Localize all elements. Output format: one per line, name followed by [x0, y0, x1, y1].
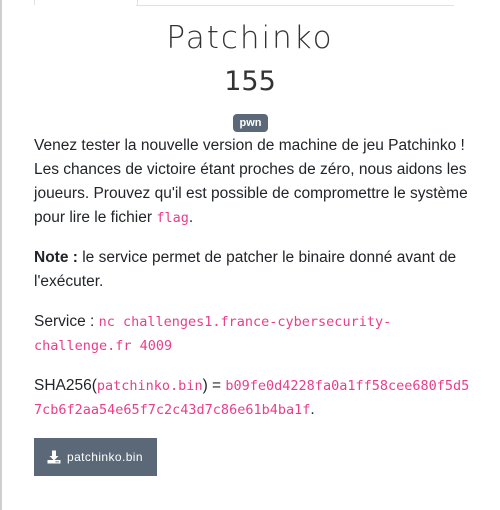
- service-paragraph: Service : nc challenges1.france-cybersec…: [34, 310, 474, 358]
- challenge-title: Patchinko: [166, 20, 334, 56]
- challenge-description: Venez tester la nouvelle version de mach…: [34, 134, 474, 476]
- sha-middle: ) =: [202, 377, 226, 394]
- tab-bar: [34, 0, 454, 6]
- intro-paragraph: Venez tester la nouvelle version de mach…: [34, 134, 474, 230]
- sha-prefix: SHA256(: [34, 377, 97, 394]
- category-badge: pwn: [233, 114, 268, 132]
- sha-filename: patchinko.bin: [96, 378, 203, 394]
- note-paragraph: Note : le service permet de patcher le b…: [34, 246, 474, 294]
- sha-end: .: [310, 401, 315, 418]
- note-text: le service permet de patcher le binaire …: [34, 249, 457, 290]
- tab-divider: [136, 5, 454, 6]
- service-label: Service :: [34, 313, 99, 330]
- download-label: patchinko.bin: [67, 450, 143, 464]
- tab-active[interactable]: [34, 0, 138, 5]
- challenge-points: 155: [224, 66, 276, 97]
- note-label: Note :: [34, 249, 78, 266]
- download-button[interactable]: patchinko.bin: [34, 438, 157, 476]
- intro-end: .: [188, 209, 194, 226]
- sha-paragraph: SHA256(patchinko.bin) = b09fe0d4228fa0a1…: [34, 374, 474, 422]
- download-icon: [47, 450, 61, 464]
- flag-filename: flag: [156, 210, 189, 226]
- intro-text: Venez tester la nouvelle version de mach…: [34, 137, 468, 226]
